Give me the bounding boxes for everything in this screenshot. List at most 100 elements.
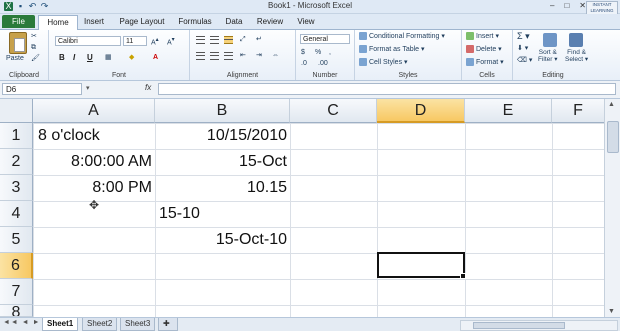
grow-font-icon[interactable]: A▴ <box>151 36 159 47</box>
row-header-8[interactable]: 8 <box>0 305 33 317</box>
font-color-icon[interactable]: A <box>153 53 158 62</box>
cell-b2[interactable]: 15-Oct <box>155 149 290 175</box>
increase-indent-icon[interactable]: ⇥ <box>256 51 262 60</box>
align-center-icon[interactable] <box>210 52 219 60</box>
column-divider <box>465 123 466 317</box>
row-header-6[interactable]: 6 <box>0 253 33 279</box>
cell-b1[interactable]: 10/15/2010 <box>155 123 290 149</box>
horizontal-scrollbar[interactable] <box>460 320 618 331</box>
cells-group-label: Cells <box>479 72 495 79</box>
insert-function-icon[interactable]: fx <box>145 83 151 92</box>
decrease-decimal-icon[interactable]: .00 <box>318 59 328 68</box>
copy-icon[interactable]: ⧉ <box>31 43 36 52</box>
align-right-icon[interactable] <box>224 52 233 60</box>
formula-input[interactable] <box>158 83 616 95</box>
merge-center-icon[interactable]: ⇔ <box>272 51 279 60</box>
number-format-dropdown[interactable]: General <box>300 34 350 44</box>
select-all-corner[interactable] <box>0 99 33 123</box>
tab-formulas[interactable]: Formulas <box>174 15 216 28</box>
row-header-5[interactable]: 5 <box>0 227 33 253</box>
format-as-table-button[interactable]: Format as Table ▾ <box>359 45 425 54</box>
decrease-indent-icon[interactable]: ⇤ <box>240 51 246 60</box>
tab-data[interactable]: Data <box>220 15 248 28</box>
cell-a2[interactable]: 8:00:00 AM <box>33 149 155 175</box>
borders-icon[interactable]: ▦ <box>105 53 112 62</box>
tab-file[interactable]: File <box>2 15 35 28</box>
row-header-4[interactable]: 4 <box>0 201 33 227</box>
align-bottom-icon[interactable] <box>224 36 233 44</box>
wrap-text-icon[interactable]: ↵ <box>256 35 262 44</box>
paste-icon[interactable] <box>9 32 27 54</box>
maximize-button[interactable]: □ <box>564 1 569 10</box>
scroll-down-icon[interactable]: ▼ <box>608 308 615 315</box>
tab-insert[interactable]: Insert <box>78 15 110 28</box>
tab-page-layout[interactable]: Page Layout <box>114 15 170 28</box>
align-left-icon[interactable] <box>196 52 205 60</box>
find-select-button[interactable]: Find & Select ▾ <box>565 49 588 63</box>
cell-a1[interactable]: 8 o'clock <box>35 123 155 149</box>
percent-button[interactable]: % <box>315 48 321 57</box>
font-size-dropdown[interactable]: 11 <box>123 36 147 46</box>
underline-button[interactable]: U <box>87 53 93 62</box>
name-box-dropdown-icon[interactable]: ▾ <box>86 84 90 92</box>
vertical-scrollbar[interactable]: ▲ ▼ <box>604 99 620 317</box>
orientation-icon[interactable]: ⤢ <box>240 35 246 44</box>
cell-b3[interactable]: 10.15 <box>155 175 290 201</box>
vertical-scroll-thumb[interactable] <box>607 121 619 153</box>
sheet-tab-sheet2[interactable]: Sheet2 <box>82 318 118 331</box>
column-header-b[interactable]: B <box>155 99 290 123</box>
tab-home[interactable]: Home <box>38 15 78 30</box>
column-header-a[interactable]: A <box>33 99 155 123</box>
conditional-formatting-label: Conditional Formatting <box>369 33 440 40</box>
autosum-icon[interactable]: Σ ▾ <box>517 32 530 41</box>
cell-b4[interactable]: 15-10 <box>156 201 290 227</box>
cell-b5[interactable]: 15-Oct-10 <box>155 227 290 253</box>
horizontal-scroll-thumb[interactable] <box>473 322 565 329</box>
find-select-label-1: Find & <box>567 49 586 56</box>
align-middle-icon[interactable] <box>210 36 219 44</box>
increase-decimal-icon[interactable]: .0 <box>301 59 307 68</box>
shrink-font-icon[interactable]: A▾ <box>167 36 175 47</box>
active-cell-selection[interactable] <box>377 252 466 279</box>
comma-button[interactable]: , <box>329 48 331 57</box>
currency-button[interactable]: $ <box>301 48 305 57</box>
insert-sheet-icon[interactable]: ✚ <box>158 318 178 331</box>
bold-button[interactable]: B <box>59 53 65 62</box>
column-header-e[interactable]: E <box>465 99 552 123</box>
close-button[interactable]: ✕ <box>579 1 586 10</box>
column-header-c[interactable]: C <box>290 99 377 123</box>
find-select-icon[interactable] <box>569 33 583 47</box>
align-top-icon[interactable] <box>196 36 205 44</box>
row-header-7[interactable]: 7 <box>0 279 33 305</box>
tab-view[interactable]: View <box>292 15 320 28</box>
fill-icon[interactable]: ⬇ ▾ <box>517 44 528 53</box>
cut-icon[interactable]: ✂ <box>31 32 37 41</box>
delete-button[interactable]: Delete ▾ <box>466 45 502 54</box>
sort-filter-button[interactable]: Sort & Filter ▾ <box>538 49 558 63</box>
sort-filter-label-2: Filter <box>538 56 553 63</box>
tab-review[interactable]: Review <box>252 15 288 28</box>
font-name-dropdown[interactable]: Calibri <box>55 36 121 46</box>
cell-styles-button[interactable]: Cell Styles ▾ <box>359 58 408 67</box>
minimize-button[interactable]: – <box>550 1 554 10</box>
scroll-up-icon[interactable]: ▲ <box>608 101 615 108</box>
row-header-2[interactable]: 2 <box>0 149 33 175</box>
sheet-tab-sheet3[interactable]: Sheet3 <box>120 318 156 331</box>
italic-button[interactable]: I <box>73 53 75 62</box>
column-header-d[interactable]: D <box>377 99 465 123</box>
column-divider <box>552 123 553 317</box>
format-painter-icon[interactable]: 🖌 <box>31 54 40 63</box>
row-header-3[interactable]: 3 <box>0 175 33 201</box>
clear-icon[interactable]: ⌫ ▾ <box>517 56 532 65</box>
sort-filter-icon[interactable] <box>543 33 557 47</box>
paste-button[interactable]: Paste <box>6 54 24 63</box>
name-box[interactable]: D6 <box>2 83 82 95</box>
conditional-formatting-button[interactable]: Conditional Formatting ▾ <box>359 32 445 41</box>
format-as-table-icon <box>359 45 367 54</box>
sheet-tab-sheet1[interactable]: Sheet1 <box>42 318 79 331</box>
column-header-f[interactable]: F <box>552 99 605 123</box>
format-button[interactable]: Format ▾ <box>466 58 504 67</box>
fill-color-icon[interactable]: ◆ <box>129 53 134 62</box>
row-header-1[interactable]: 1 <box>0 123 33 149</box>
insert-button[interactable]: Insert ▾ <box>466 32 499 41</box>
